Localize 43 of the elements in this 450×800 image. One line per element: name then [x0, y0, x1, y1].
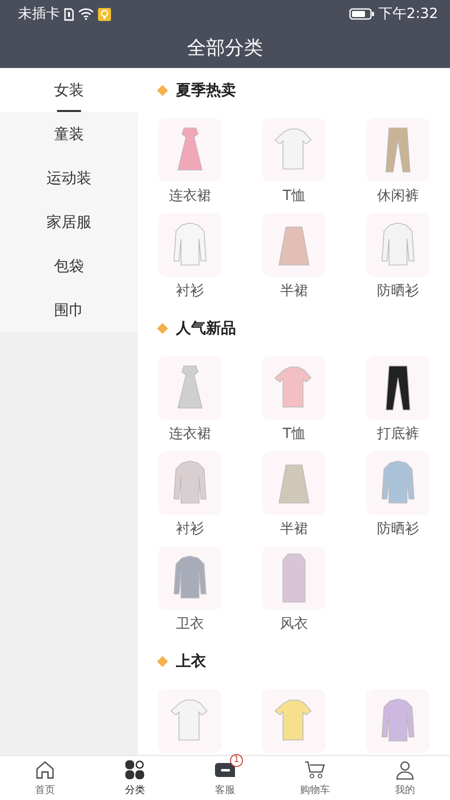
tab-bar-item[interactable]: 购物车 — [270, 756, 360, 800]
product-label[interactable]: 防晒衫 — [377, 282, 419, 300]
product-label[interactable]: 衬衫 — [176, 520, 204, 538]
sidebar-item[interactable]: 围巾 — [0, 288, 138, 332]
sidebar-item[interactable]: 童装 — [0, 112, 138, 156]
chat-icon — [214, 762, 236, 778]
diamond-icon — [157, 322, 168, 334]
tab-bar-item[interactable]: 首页 — [0, 756, 90, 800]
sidebar-item[interactable]: 运动装 — [0, 156, 138, 200]
product-label[interactable]: T恤 — [282, 187, 306, 205]
product-label[interactable]: 连衣裙 — [169, 425, 211, 443]
tab-bar-item[interactable]: 分类 — [90, 756, 180, 800]
tab-bar-item[interactable]: 我的 — [360, 756, 450, 800]
person-icon — [395, 760, 415, 780]
diamond-icon — [157, 84, 168, 96]
product-label[interactable]: 衬衫 — [176, 282, 204, 300]
home-icon — [35, 760, 55, 780]
tab-bar-item[interactable]: 1 客服 — [180, 756, 270, 800]
section-title: 上衣 — [176, 652, 206, 670]
carrier-text: 未插卡 — [18, 5, 60, 23]
product-label[interactable]: 卫衣 — [176, 615, 204, 633]
page-title: 全部分类 — [187, 36, 263, 61]
battery-icon — [348, 8, 375, 20]
sidebar-item[interactable]: 包袋 — [0, 244, 138, 288]
category-icon — [125, 760, 145, 780]
section-title: 人气新品 — [176, 318, 236, 338]
lightbulb-icon — [98, 8, 111, 20]
product-label[interactable]: 半裙 — [280, 520, 308, 538]
sim-icon — [64, 8, 74, 20]
clock-text: 下午2:32 — [378, 5, 438, 23]
cart-icon — [304, 760, 326, 780]
wifi-icon — [78, 8, 94, 20]
product-label[interactable]: 防晒衫 — [377, 520, 419, 538]
product-label[interactable]: 休闲裤 — [377, 187, 419, 205]
product-label[interactable]: 打底裤 — [377, 425, 419, 443]
product-label[interactable]: 半裙 — [280, 282, 308, 300]
diamond-icon — [157, 656, 168, 666]
sidebar-item[interactable]: 女装 — [0, 68, 138, 112]
product-label[interactable]: 风衣 — [280, 615, 308, 633]
product-label[interactable]: T恤 — [282, 425, 306, 443]
section-title: 夏季热卖 — [176, 80, 236, 100]
product-label[interactable]: 连衣裙 — [169, 187, 211, 205]
sidebar-item[interactable]: 家居服 — [0, 200, 138, 244]
